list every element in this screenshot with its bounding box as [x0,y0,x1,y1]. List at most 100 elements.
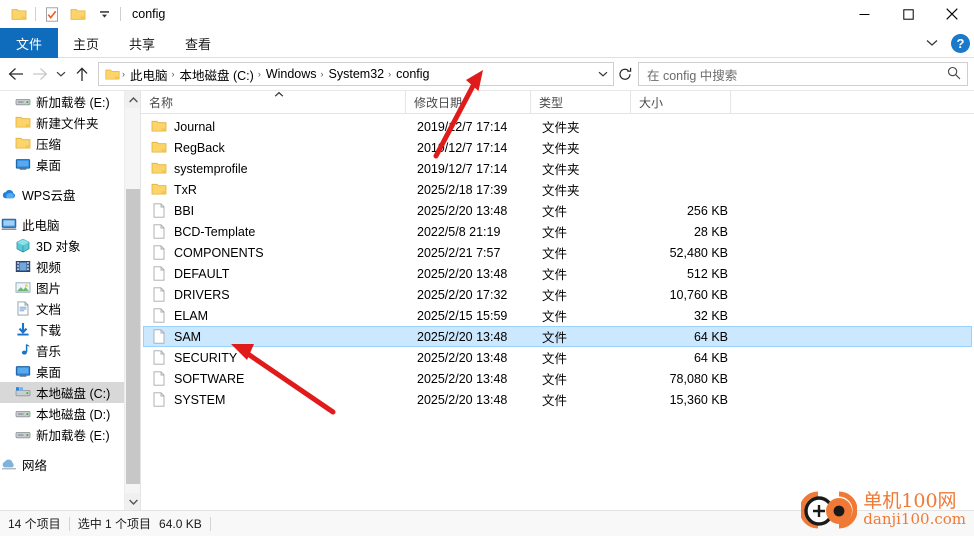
breadcrumb-item-local-disk-c[interactable]: 本地磁盘 (C:) [177,65,257,84]
sidebar-item-label: 新建文件夹 [36,117,99,131]
table-row[interactable]: DEFAULT 2025/2/20 13:48 文件 512 KB [143,263,972,284]
file-name-label: DEFAULT [174,266,230,281]
table-row[interactable]: Journal 2019/12/7 17:14 文件夹 [143,116,972,137]
file-list: Journal 2019/12/7 17:14 文件夹 RegBack 2019/12/… [141,114,974,510]
tab-file[interactable]: 文件 [0,28,58,58]
sidebar-item-label: 文档 [36,303,62,317]
cell-date: 2025/2/20 17:32 [417,287,508,302]
table-row[interactable]: SYSTEM 2025/2/20 13:48 文件 15,360 KB [143,389,972,410]
tab-home[interactable]: 主页 [58,28,114,58]
address-toolbar: › 此电脑 › 本地磁盘 (C:) › Windows › System32 ›… [0,58,974,90]
scroll-up-icon[interactable] [125,91,140,108]
navigation-scrollbar-thumb[interactable] [126,189,140,484]
table-row[interactable]: BCD-Template 2022/5/8 21:19 文件 28 KB [143,221,972,242]
breadcrumb-sep-3: › [320,69,324,79]
sidebar-item-label: 视频 [36,261,62,275]
table-row[interactable]: TxR 2025/2/18 17:39 文件夹 [143,179,972,200]
table-row[interactable]: BBI 2025/2/20 13:48 文件 256 KB [143,200,972,221]
drive-icon [14,94,31,109]
file-icon [150,245,168,260]
sidebar-item-3d-对象[interactable]: 3D 对象 [0,235,140,256]
column-header-size[interactable]: 大小 [631,91,731,113]
cell-date: 2019/12/7 17:14 [417,140,508,155]
cell-date: 2025/2/20 13:48 [417,371,508,386]
sidebar-item-桌面[interactable]: 桌面 [0,361,140,382]
sidebar-item-网络[interactable]: 网络 [0,454,140,475]
cell-date: 2025/2/21 7:57 [417,245,501,260]
navigation-scrollbar[interactable] [124,91,140,510]
table-row[interactable]: systemprofile 2019/12/7 17:14 文件夹 [143,158,972,179]
sidebar-item-wps云盘[interactable]: WPS云盘 [0,184,140,205]
scroll-down-icon[interactable] [125,493,140,510]
table-row[interactable]: SOFTWARE 2025/2/20 13:48 文件 78,080 KB [143,368,972,389]
table-row[interactable]: ELAM 2025/2/15 15:59 文件 32 KB [143,305,972,326]
navigation-pane[interactable]: 新加载卷 (E:) 新建文件夹 压缩 桌面 WPS云盘 此电脑 3D 对象 视频 图片 文档 下载音… [0,91,140,510]
sidebar-item-音乐[interactable]: 音乐 [0,340,140,361]
chevron-down-icon[interactable] [921,32,943,54]
folder-icon[interactable] [6,2,32,26]
folder-icon [150,119,168,134]
cell-date: 2019/12/7 17:14 [417,119,508,134]
help-label: ? [956,35,965,51]
breadcrumb-item-this-pc[interactable]: 此电脑 [127,65,171,84]
sidebar-item-文档[interactable]: 文档 [0,298,140,319]
folder-icon [150,161,168,176]
column-header-size-label: 大小 [639,95,664,110]
sidebar-item-label: 本地磁盘 (D:) [36,408,111,422]
sidebar-item-视频[interactable]: 视频 [0,256,140,277]
address-bar[interactable]: › 此电脑 › 本地磁盘 (C:) › Windows › System32 ›… [98,62,614,86]
forward-button[interactable] [28,61,52,87]
cell-size: 15,360 KB [669,392,728,407]
breadcrumb-item-windows[interactable]: Windows [263,67,320,81]
minimize-button[interactable] [842,0,886,28]
breadcrumb-item-config[interactable]: config [393,67,432,81]
sidebar-item-本地磁盘--c--[interactable]: 本地磁盘 (C:) [0,382,140,403]
column-header-type[interactable]: 类型 [531,91,631,113]
navigation-tree: 新加载卷 (E:) 新建文件夹 压缩 桌面 WPS云盘 此电脑 3D 对象 视频 图片 文档 下载音… [0,91,140,475]
sidebar-item-压缩[interactable]: 压缩 [0,133,140,154]
recent-locations-button[interactable] [52,61,70,87]
sidebar-item-下载[interactable]: 下载 [0,319,140,340]
file-explorer-window: config 文件 主页 共享 查看 ? › 此电脑 › 本地磁盘 (C:) ›… [0,0,974,536]
status-divider [68,516,70,531]
properties-check-icon[interactable] [39,2,65,26]
cell-size: 64 KB [693,329,728,344]
status-divider-2 [209,516,211,531]
sidebar-item-新加载卷--e--[interactable]: 新加载卷 (E:) [0,424,140,445]
folder-icon [150,182,168,197]
tab-view[interactable]: 查看 [170,28,226,58]
sidebar-item-此电脑[interactable]: 此电脑 [0,214,140,235]
sidebar-item-本地磁盘--d--[interactable]: 本地磁盘 (D:) [0,403,140,424]
cell-date: 2025/2/20 13:48 [417,350,508,365]
file-icon [150,329,168,344]
breadcrumb-sep-2: › [257,69,261,79]
status-item-count: 14 个项目 [8,517,61,531]
sidebar-item-图片[interactable]: 图片 [0,277,140,298]
sidebar-item-新建文件夹[interactable]: 新建文件夹 [0,112,140,133]
close-button[interactable] [930,0,974,28]
table-row[interactable]: DRIVERS 2025/2/20 17:32 文件 10,760 KB [143,284,972,305]
up-button[interactable] [70,61,94,87]
column-header-name-label: 名称 [149,95,174,110]
sidebar-item-新加载卷--e--[interactable]: 新加载卷 (E:) [0,91,140,112]
table-row[interactable]: SECURITY 2025/2/20 13:48 文件 64 KB [143,347,972,368]
column-header-name[interactable]: 名称 [141,91,406,113]
customize-dropdown-icon[interactable] [91,2,117,26]
cell-type: 文件夹 [542,184,580,198]
sidebar-item-桌面[interactable]: 桌面 [0,154,140,175]
maximize-button[interactable] [886,0,930,28]
back-button[interactable] [4,61,28,87]
table-row[interactable]: COMPONENTS 2025/2/21 7:57 文件 52,480 KB [143,242,972,263]
ribbon-right-controls: ? [921,28,970,58]
search-input[interactable]: 在 config 中搜索 [638,62,968,86]
column-header-date[interactable]: 修改日期 [406,91,531,113]
table-row[interactable]: RegBack 2019/12/7 17:14 文件夹 [143,137,972,158]
new-folder-icon[interactable] [65,2,91,26]
refresh-button[interactable] [614,62,636,86]
help-icon[interactable]: ? [951,33,970,53]
address-dropdown-icon[interactable] [595,71,611,78]
navigation-group-gap [0,175,140,184]
breadcrumb-item-system32[interactable]: System32 [326,67,388,81]
table-row[interactable]: SAM 2025/2/20 13:48 文件 64 KB [143,326,972,347]
tab-share[interactable]: 共享 [114,28,170,58]
